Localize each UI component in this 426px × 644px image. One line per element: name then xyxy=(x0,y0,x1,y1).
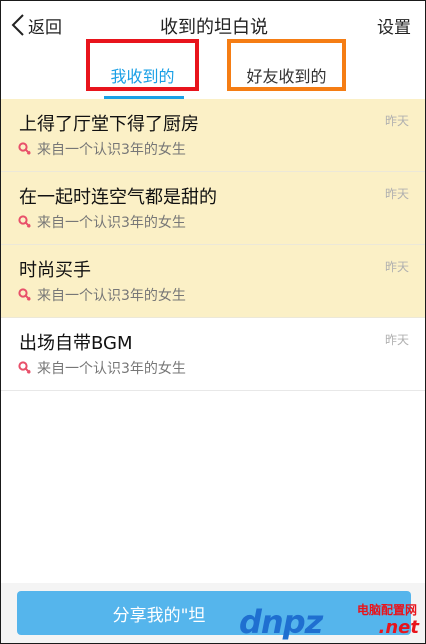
item-time: 昨天 xyxy=(384,333,409,347)
tab-friends-received[interactable]: 好友收到的 xyxy=(227,39,346,99)
red-highlight-box xyxy=(86,39,199,91)
settings-button[interactable]: 设置 xyxy=(377,13,411,38)
list-item[interactable]: 在一起时连空气都是甜的 昨天 来自一个认识3年的女生 xyxy=(1,172,425,245)
share-label: 分享我的"坦 xyxy=(112,605,206,626)
item-sender: 来自一个认识3年的女生 xyxy=(17,212,186,232)
watermark-cn: 电脑配置网 xyxy=(356,603,417,617)
list-item[interactable]: 出场自带BGM 昨天 来自一个认识3年的女生 xyxy=(1,318,425,391)
item-title: 出场自带BGM xyxy=(19,333,133,354)
item-time: 昨天 xyxy=(384,260,409,274)
female-icon xyxy=(18,361,31,374)
item-title: 在一起时连空气都是甜的 xyxy=(19,187,217,208)
item-sender-text: 来自一个认识3年的女生 xyxy=(37,215,186,231)
female-icon xyxy=(18,142,31,155)
message-list: 上得了厅堂下得了厨房 昨天 来自一个认识3年的女生 在一起时连空气都是甜的 昨天… xyxy=(1,99,425,391)
item-sender: 来自一个认识3年的女生 xyxy=(17,139,186,159)
tab-bar: 我收到的 好友收到的 xyxy=(1,39,425,99)
list-item[interactable]: 时尚买手 昨天 来自一个认识3年的女生 xyxy=(1,245,425,318)
female-icon xyxy=(18,215,31,228)
item-title: 时尚买手 xyxy=(19,260,91,281)
watermark-brand: dnpz xyxy=(239,603,323,641)
item-title: 上得了厅堂下得了厨房 xyxy=(19,114,199,135)
watermark-tld: .net xyxy=(378,617,419,638)
chevron-left-icon xyxy=(11,14,24,36)
item-sender-text: 来自一个认识3年的女生 xyxy=(37,142,186,158)
item-time: 昨天 xyxy=(384,114,409,128)
orange-highlight-box xyxy=(227,39,346,91)
app-screen: 返回 收到的坦白说 设置 我收到的 好友收到的 上得了厅堂下得了厨房 昨天 来自… xyxy=(0,0,426,644)
item-time: 昨天 xyxy=(384,187,409,201)
back-label: 返回 xyxy=(28,17,62,38)
nav-header: 返回 收到的坦白说 设置 xyxy=(1,1,425,51)
page-title: 收到的坦白说 xyxy=(160,17,268,38)
item-sender: 来自一个认识3年的女生 xyxy=(17,285,186,305)
item-sender-text: 来自一个认识3年的女生 xyxy=(37,288,186,304)
item-sender: 来自一个认识3年的女生 xyxy=(17,358,186,378)
watermark-logo: dnpz 电脑配置网 .net xyxy=(239,597,425,643)
list-item[interactable]: 上得了厅堂下得了厨房 昨天 来自一个认识3年的女生 xyxy=(1,99,425,172)
back-button[interactable]: 返回 xyxy=(11,11,62,39)
tab-my-received[interactable]: 我收到的 xyxy=(86,39,199,99)
female-icon xyxy=(18,288,31,301)
item-sender-text: 来自一个认识3年的女生 xyxy=(37,361,186,377)
